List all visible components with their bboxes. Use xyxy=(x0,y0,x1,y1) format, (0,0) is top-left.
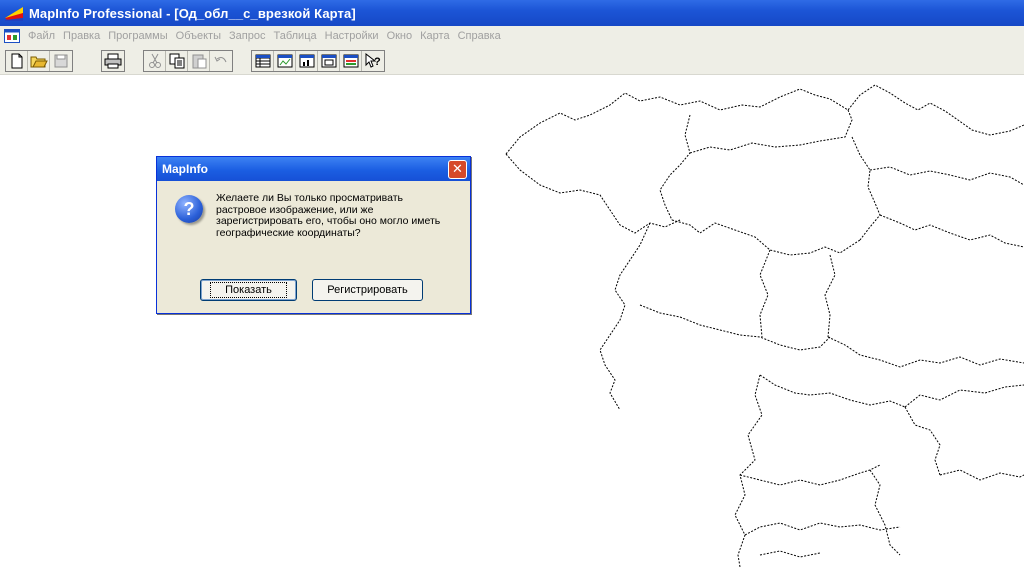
menu-help[interactable]: Справка xyxy=(454,30,505,42)
register-button-label: Регистрировать xyxy=(327,284,408,296)
new-grapher-icon[interactable] xyxy=(296,51,318,71)
menu-query[interactable]: Запрос xyxy=(225,30,269,42)
region-boundary xyxy=(939,469,1024,481)
region-boundary xyxy=(505,153,681,234)
help-pointer-icon[interactable]: ? xyxy=(362,51,384,71)
main-toolbar: ? xyxy=(0,46,1024,75)
menu-bar: Файл Правка Программы Объекты Запрос Таб… xyxy=(0,26,1024,46)
region-boundary xyxy=(904,406,941,476)
copy-icon[interactable] xyxy=(166,51,188,71)
dialog-body: ? Желаете ли Вы только просматривать рас… xyxy=(157,181,470,312)
region-boundary xyxy=(824,254,836,338)
menu-file[interactable]: Файл xyxy=(24,30,59,42)
region-boundary xyxy=(759,550,821,558)
menu-map[interactable]: Карта xyxy=(416,30,453,42)
menu-table[interactable]: Таблица xyxy=(269,30,320,42)
show-button[interactable]: Показать xyxy=(200,279,297,301)
dialog-title: MapInfo xyxy=(162,162,208,176)
question-icon: ? xyxy=(175,195,203,223)
toolbar-group-edit xyxy=(143,50,233,72)
svg-text:?: ? xyxy=(374,56,381,68)
region-boundary xyxy=(759,374,906,408)
save-icon[interactable] xyxy=(50,51,72,71)
window-titlebar[interactable]: MapInfo Professional - [Од_обл__с_врезко… xyxy=(0,0,1024,26)
undo-icon[interactable] xyxy=(210,51,232,71)
region-boundary xyxy=(744,522,901,536)
region-boundary xyxy=(904,384,1024,408)
menu-window[interactable]: Окно xyxy=(383,30,417,42)
print-icon[interactable] xyxy=(102,51,124,71)
new-browser-icon[interactable] xyxy=(252,51,274,71)
region-boundary xyxy=(827,336,1024,368)
region-boundary xyxy=(739,464,881,486)
region-boundary xyxy=(734,374,763,567)
region-boundary xyxy=(639,304,831,351)
region-boundary xyxy=(759,249,771,338)
region-boundary xyxy=(851,136,881,241)
open-icon[interactable] xyxy=(28,51,50,71)
mapinfo-app-icon xyxy=(3,4,25,22)
document-window-icon[interactable] xyxy=(4,29,20,43)
register-button[interactable]: Регистрировать xyxy=(312,279,423,301)
region-boundary xyxy=(599,222,651,411)
show-button-label: Показать xyxy=(210,282,287,298)
map-canvas[interactable] xyxy=(0,75,1024,567)
mapinfo-dialog: MapInfo ✕ ? Желаете ли Вы только просмат… xyxy=(156,156,471,314)
menu-objects[interactable]: Объекты xyxy=(172,30,225,42)
dialog-titlebar[interactable]: MapInfo ✕ xyxy=(157,157,470,181)
region-boundary xyxy=(869,469,901,556)
new-redistrict-icon[interactable] xyxy=(340,51,362,71)
paste-icon[interactable] xyxy=(188,51,210,71)
region-boundary xyxy=(869,166,1024,186)
region-boundary xyxy=(659,114,691,221)
close-icon[interactable]: ✕ xyxy=(448,159,467,179)
window-title: MapInfo Professional - [Од_обл__с_врезко… xyxy=(29,5,356,21)
dialog-message: Желаете ли Вы только просматривать растр… xyxy=(216,192,441,239)
menu-programs[interactable]: Программы xyxy=(104,30,171,42)
region-boundary xyxy=(505,84,1024,155)
region-boundary xyxy=(689,109,853,154)
toolbar-group-file xyxy=(5,50,73,72)
menu-options[interactable]: Настройки xyxy=(321,30,383,42)
new-mapper-icon[interactable] xyxy=(274,51,296,71)
toolbar-group-print xyxy=(101,50,125,72)
menu-edit[interactable]: Правка xyxy=(59,30,104,42)
new-layout-icon[interactable] xyxy=(318,51,340,71)
region-boundary xyxy=(879,214,1024,248)
region-boundary xyxy=(671,219,861,256)
new-icon[interactable] xyxy=(6,51,28,71)
cut-icon[interactable] xyxy=(144,51,166,71)
toolbar-group-windows: ? xyxy=(251,50,385,72)
